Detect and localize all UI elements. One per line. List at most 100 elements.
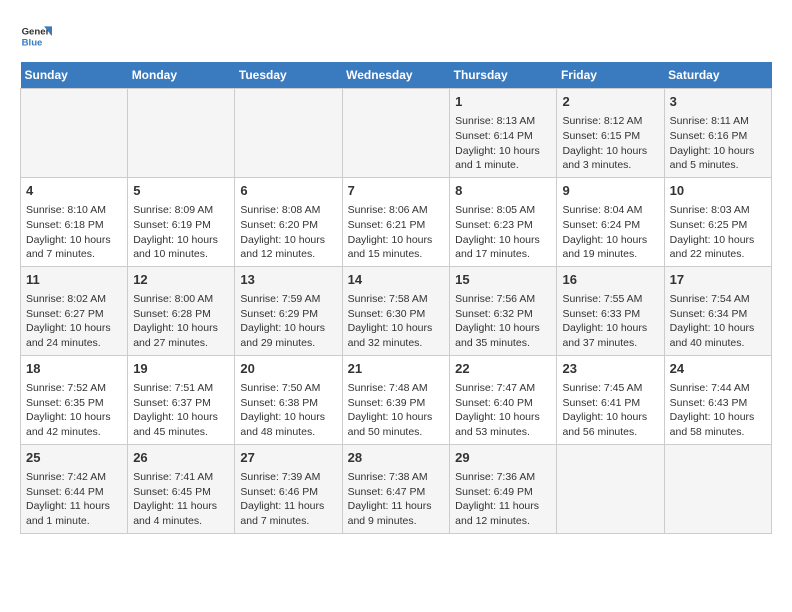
calendar-week-4: 18 Sunrise: 7:52 AM Sunset: 6:35 PM Dayli… xyxy=(21,355,772,444)
day-header-saturday: Saturday xyxy=(664,62,771,89)
calendar-cell: 8 Sunrise: 8:05 AM Sunset: 6:23 PM Daylig… xyxy=(450,177,557,266)
calendar-cell: 11Sunrise: 8:02 AM Sunset: 6:27 PM Dayli… xyxy=(21,266,128,355)
day-content: Sunrise: 7:59 AM Sunset: 6:29 PM Dayligh… xyxy=(240,292,336,351)
day-content: Sunrise: 7:39 AM Sunset: 6:46 PM Dayligh… xyxy=(240,470,336,529)
day-number: 18 xyxy=(26,360,122,378)
day-header-thursday: Thursday xyxy=(450,62,557,89)
logo-icon: General Blue xyxy=(20,20,52,52)
day-number: 21 xyxy=(348,360,445,378)
logo: General Blue xyxy=(20,20,56,52)
day-content: Sunrise: 8:06 AM Sunset: 6:21 PM Dayligh… xyxy=(348,203,445,262)
calendar-cell: 20Sunrise: 7:50 AM Sunset: 6:38 PM Dayli… xyxy=(235,355,342,444)
calendar-cell: 2 Sunrise: 8:12 AM Sunset: 6:15 PM Daylig… xyxy=(557,89,664,178)
calendar-cell: 18 Sunrise: 7:52 AM Sunset: 6:35 PM Dayli… xyxy=(21,355,128,444)
calendar-cell: 27 Sunrise: 7:39 AM Sunset: 6:46 PM Dayli… xyxy=(235,444,342,533)
day-header-sunday: Sunday xyxy=(21,62,128,89)
calendar-cell: 24 Sunrise: 7:44 AM Sunset: 6:43 PM Dayli… xyxy=(664,355,771,444)
day-header-tuesday: Tuesday xyxy=(235,62,342,89)
day-number: 3 xyxy=(670,93,766,111)
day-content: Sunrise: 8:12 AM Sunset: 6:15 PM Dayligh… xyxy=(562,114,658,173)
day-number: 10 xyxy=(670,182,766,200)
day-number: 9 xyxy=(562,182,658,200)
calendar-body: 1 Sunrise: 8:13 AM Sunset: 6:14 PM Daylig… xyxy=(21,89,772,534)
day-header-wednesday: Wednesday xyxy=(342,62,450,89)
day-content: Sunrise: 7:44 AM Sunset: 6:43 PM Dayligh… xyxy=(670,381,766,440)
calendar-cell: 12Sunrise: 8:00 AM Sunset: 6:28 PM Dayli… xyxy=(128,266,235,355)
calendar-cell xyxy=(342,89,450,178)
day-number: 5 xyxy=(133,182,229,200)
svg-text:Blue: Blue xyxy=(22,38,43,49)
day-content: Sunrise: 8:08 AM Sunset: 6:20 PM Dayligh… xyxy=(240,203,336,262)
calendar-cell: 23 Sunrise: 7:45 AM Sunset: 6:41 PM Dayli… xyxy=(557,355,664,444)
calendar-cell: 28 Sunrise: 7:38 AM Sunset: 6:47 PM Dayli… xyxy=(342,444,450,533)
day-number: 4 xyxy=(26,182,122,200)
calendar-cell: 1 Sunrise: 8:13 AM Sunset: 6:14 PM Daylig… xyxy=(450,89,557,178)
calendar-cell: 15 Sunrise: 7:56 AM Sunset: 6:32 PM Dayli… xyxy=(450,266,557,355)
calendar-cell: 29 Sunrise: 7:36 AM Sunset: 6:49 PM Dayli… xyxy=(450,444,557,533)
day-content: Sunrise: 8:09 AM Sunset: 6:19 PM Dayligh… xyxy=(133,203,229,262)
day-content: Sunrise: 7:47 AM Sunset: 6:40 PM Dayligh… xyxy=(455,381,551,440)
day-number: 22 xyxy=(455,360,551,378)
calendar-cell: 3 Sunrise: 8:11 AM Sunset: 6:16 PM Daylig… xyxy=(664,89,771,178)
calendar-cell: 17 Sunrise: 7:54 AM Sunset: 6:34 PM Dayli… xyxy=(664,266,771,355)
day-number: 14 xyxy=(348,271,445,289)
day-content: Sunrise: 8:03 AM Sunset: 6:25 PM Dayligh… xyxy=(670,203,766,262)
day-content: Sunrise: 8:11 AM Sunset: 6:16 PM Dayligh… xyxy=(670,114,766,173)
day-number: 23 xyxy=(562,360,658,378)
calendar-week-1: 1 Sunrise: 8:13 AM Sunset: 6:14 PM Daylig… xyxy=(21,89,772,178)
day-number: 27 xyxy=(240,449,336,467)
day-content: Sunrise: 7:55 AM Sunset: 6:33 PM Dayligh… xyxy=(562,292,658,351)
day-number: 25 xyxy=(26,449,122,467)
calendar-week-5: 25 Sunrise: 7:42 AM Sunset: 6:44 PM Dayli… xyxy=(21,444,772,533)
calendar-cell: 7 Sunrise: 8:06 AM Sunset: 6:21 PM Daylig… xyxy=(342,177,450,266)
day-number: 7 xyxy=(348,182,445,200)
day-content: Sunrise: 7:36 AM Sunset: 6:49 PM Dayligh… xyxy=(455,470,551,529)
calendar-cell: 5 Sunrise: 8:09 AM Sunset: 6:19 PM Daylig… xyxy=(128,177,235,266)
day-number: 1 xyxy=(455,93,551,111)
day-number: 15 xyxy=(455,271,551,289)
day-content: Sunrise: 7:50 AM Sunset: 6:38 PM Dayligh… xyxy=(240,381,336,440)
day-content: Sunrise: 7:56 AM Sunset: 6:32 PM Dayligh… xyxy=(455,292,551,351)
day-number: 2 xyxy=(562,93,658,111)
day-number: 8 xyxy=(455,182,551,200)
calendar-header-row: SundayMondayTuesdayWednesdayThursdayFrid… xyxy=(21,62,772,89)
day-header-friday: Friday xyxy=(557,62,664,89)
day-content: Sunrise: 8:04 AM Sunset: 6:24 PM Dayligh… xyxy=(562,203,658,262)
day-content: Sunrise: 7:45 AM Sunset: 6:41 PM Dayligh… xyxy=(562,381,658,440)
day-content: Sunrise: 7:51 AM Sunset: 6:37 PM Dayligh… xyxy=(133,381,229,440)
day-content: Sunrise: 7:38 AM Sunset: 6:47 PM Dayligh… xyxy=(348,470,445,529)
calendar-table: SundayMondayTuesdayWednesdayThursdayFrid… xyxy=(20,62,772,534)
calendar-cell: 25 Sunrise: 7:42 AM Sunset: 6:44 PM Dayli… xyxy=(21,444,128,533)
calendar-cell xyxy=(21,89,128,178)
calendar-cell xyxy=(128,89,235,178)
day-content: Sunrise: 8:13 AM Sunset: 6:14 PM Dayligh… xyxy=(455,114,551,173)
day-content: Sunrise: 7:54 AM Sunset: 6:34 PM Dayligh… xyxy=(670,292,766,351)
day-number: 24 xyxy=(670,360,766,378)
day-number: 12 xyxy=(133,271,229,289)
calendar-cell xyxy=(557,444,664,533)
calendar-cell: 14 Sunrise: 7:58 AM Sunset: 6:30 PM Dayli… xyxy=(342,266,450,355)
day-content: Sunrise: 7:48 AM Sunset: 6:39 PM Dayligh… xyxy=(348,381,445,440)
day-header-monday: Monday xyxy=(128,62,235,89)
day-number: 17 xyxy=(670,271,766,289)
calendar-cell: 10 Sunrise: 8:03 AM Sunset: 6:25 PM Dayli… xyxy=(664,177,771,266)
day-number: 13 xyxy=(240,271,336,289)
calendar-week-2: 4 Sunrise: 8:10 AM Sunset: 6:18 PM Daylig… xyxy=(21,177,772,266)
calendar-cell xyxy=(235,89,342,178)
day-content: Sunrise: 7:42 AM Sunset: 6:44 PM Dayligh… xyxy=(26,470,122,529)
calendar-cell: 6Sunrise: 8:08 AM Sunset: 6:20 PM Daylig… xyxy=(235,177,342,266)
day-content: Sunrise: 7:52 AM Sunset: 6:35 PM Dayligh… xyxy=(26,381,122,440)
day-content: Sunrise: 8:10 AM Sunset: 6:18 PM Dayligh… xyxy=(26,203,122,262)
day-number: 16 xyxy=(562,271,658,289)
day-number: 29 xyxy=(455,449,551,467)
day-content: Sunrise: 7:58 AM Sunset: 6:30 PM Dayligh… xyxy=(348,292,445,351)
day-content: Sunrise: 8:05 AM Sunset: 6:23 PM Dayligh… xyxy=(455,203,551,262)
calendar-cell: 21 Sunrise: 7:48 AM Sunset: 6:39 PM Dayli… xyxy=(342,355,450,444)
calendar-cell xyxy=(664,444,771,533)
day-number: 28 xyxy=(348,449,445,467)
day-content: Sunrise: 8:02 AM Sunset: 6:27 PM Dayligh… xyxy=(26,292,122,351)
day-number: 19 xyxy=(133,360,229,378)
calendar-cell: 26Sunrise: 7:41 AM Sunset: 6:45 PM Dayli… xyxy=(128,444,235,533)
calendar-cell: 13 Sunrise: 7:59 AM Sunset: 6:29 PM Dayli… xyxy=(235,266,342,355)
calendar-week-3: 11Sunrise: 8:02 AM Sunset: 6:27 PM Dayli… xyxy=(21,266,772,355)
